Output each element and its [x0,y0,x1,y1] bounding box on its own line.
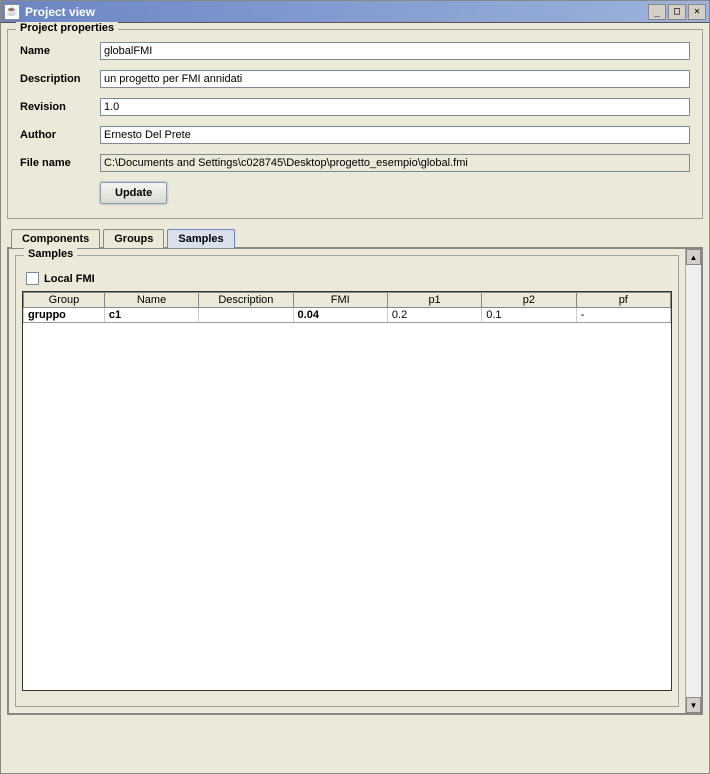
name-field[interactable] [100,42,690,60]
cell-description[interactable] [199,308,293,323]
local-fmi-label: Local FMI [44,273,95,285]
description-label: Description [20,73,100,85]
author-label: Author [20,129,100,141]
titlebar[interactable]: ☕ Project view _ □ ✕ [1,1,709,23]
author-field[interactable] [100,126,690,144]
col-description[interactable]: Description [199,293,293,308]
content-area: Project properties Name Description Revi… [1,23,709,721]
revision-label: Revision [20,101,100,113]
tab-groups[interactable]: Groups [103,229,164,248]
description-field[interactable] [100,70,690,88]
filename-field [100,154,690,172]
samples-pane: Samples Local FMI Group Name Description… [7,247,703,715]
revision-field[interactable] [100,98,690,116]
name-label: Name [20,45,100,57]
tabs: Components Groups Samples [11,229,703,248]
cell-fmi[interactable]: 0.04 [293,308,387,323]
scroll-down-icon[interactable]: ▼ [686,697,701,713]
col-name[interactable]: Name [104,293,198,308]
main-window: ☕ Project view _ □ ✕ Project properties … [0,0,710,774]
vertical-scrollbar[interactable]: ▲ ▼ [685,249,701,713]
col-group[interactable]: Group [24,293,105,308]
window-title: Project view [25,5,648,19]
cell-name[interactable]: c1 [104,308,198,323]
maximize-button[interactable]: □ [668,4,686,20]
samples-table[interactable]: Group Name Description FMI p1 p2 pf [23,292,671,323]
close-button[interactable]: ✕ [688,4,706,20]
tab-components[interactable]: Components [11,229,100,248]
samples-table-wrap: Group Name Description FMI p1 p2 pf [22,291,672,691]
col-p2[interactable]: p2 [482,293,576,308]
filename-label: File name [20,157,100,169]
tab-samples[interactable]: Samples [167,229,234,248]
samples-legend: Samples [24,248,77,260]
java-icon: ☕ [4,4,20,20]
minimize-button[interactable]: _ [648,4,666,20]
local-fmi-checkbox[interactable] [26,272,39,285]
col-fmi[interactable]: FMI [293,293,387,308]
cell-p1[interactable]: 0.2 [387,308,481,323]
update-button[interactable]: Update [100,182,167,204]
col-pf[interactable]: pf [576,293,670,308]
cell-pf[interactable]: - [576,308,670,323]
project-properties-group: Project properties Name Description Revi… [7,29,703,219]
cell-p2[interactable]: 0.1 [482,308,576,323]
table-row[interactable]: gruppo c1 0.04 0.2 0.1 - [24,308,671,323]
col-p1[interactable]: p1 [387,293,481,308]
scroll-track[interactable] [686,265,701,697]
scroll-up-icon[interactable]: ▲ [686,249,701,265]
cell-group[interactable]: gruppo [24,308,105,323]
properties-legend: Project properties [16,22,118,34]
samples-group: Samples Local FMI Group Name Description… [15,255,679,707]
table-header-row: Group Name Description FMI p1 p2 pf [24,293,671,308]
